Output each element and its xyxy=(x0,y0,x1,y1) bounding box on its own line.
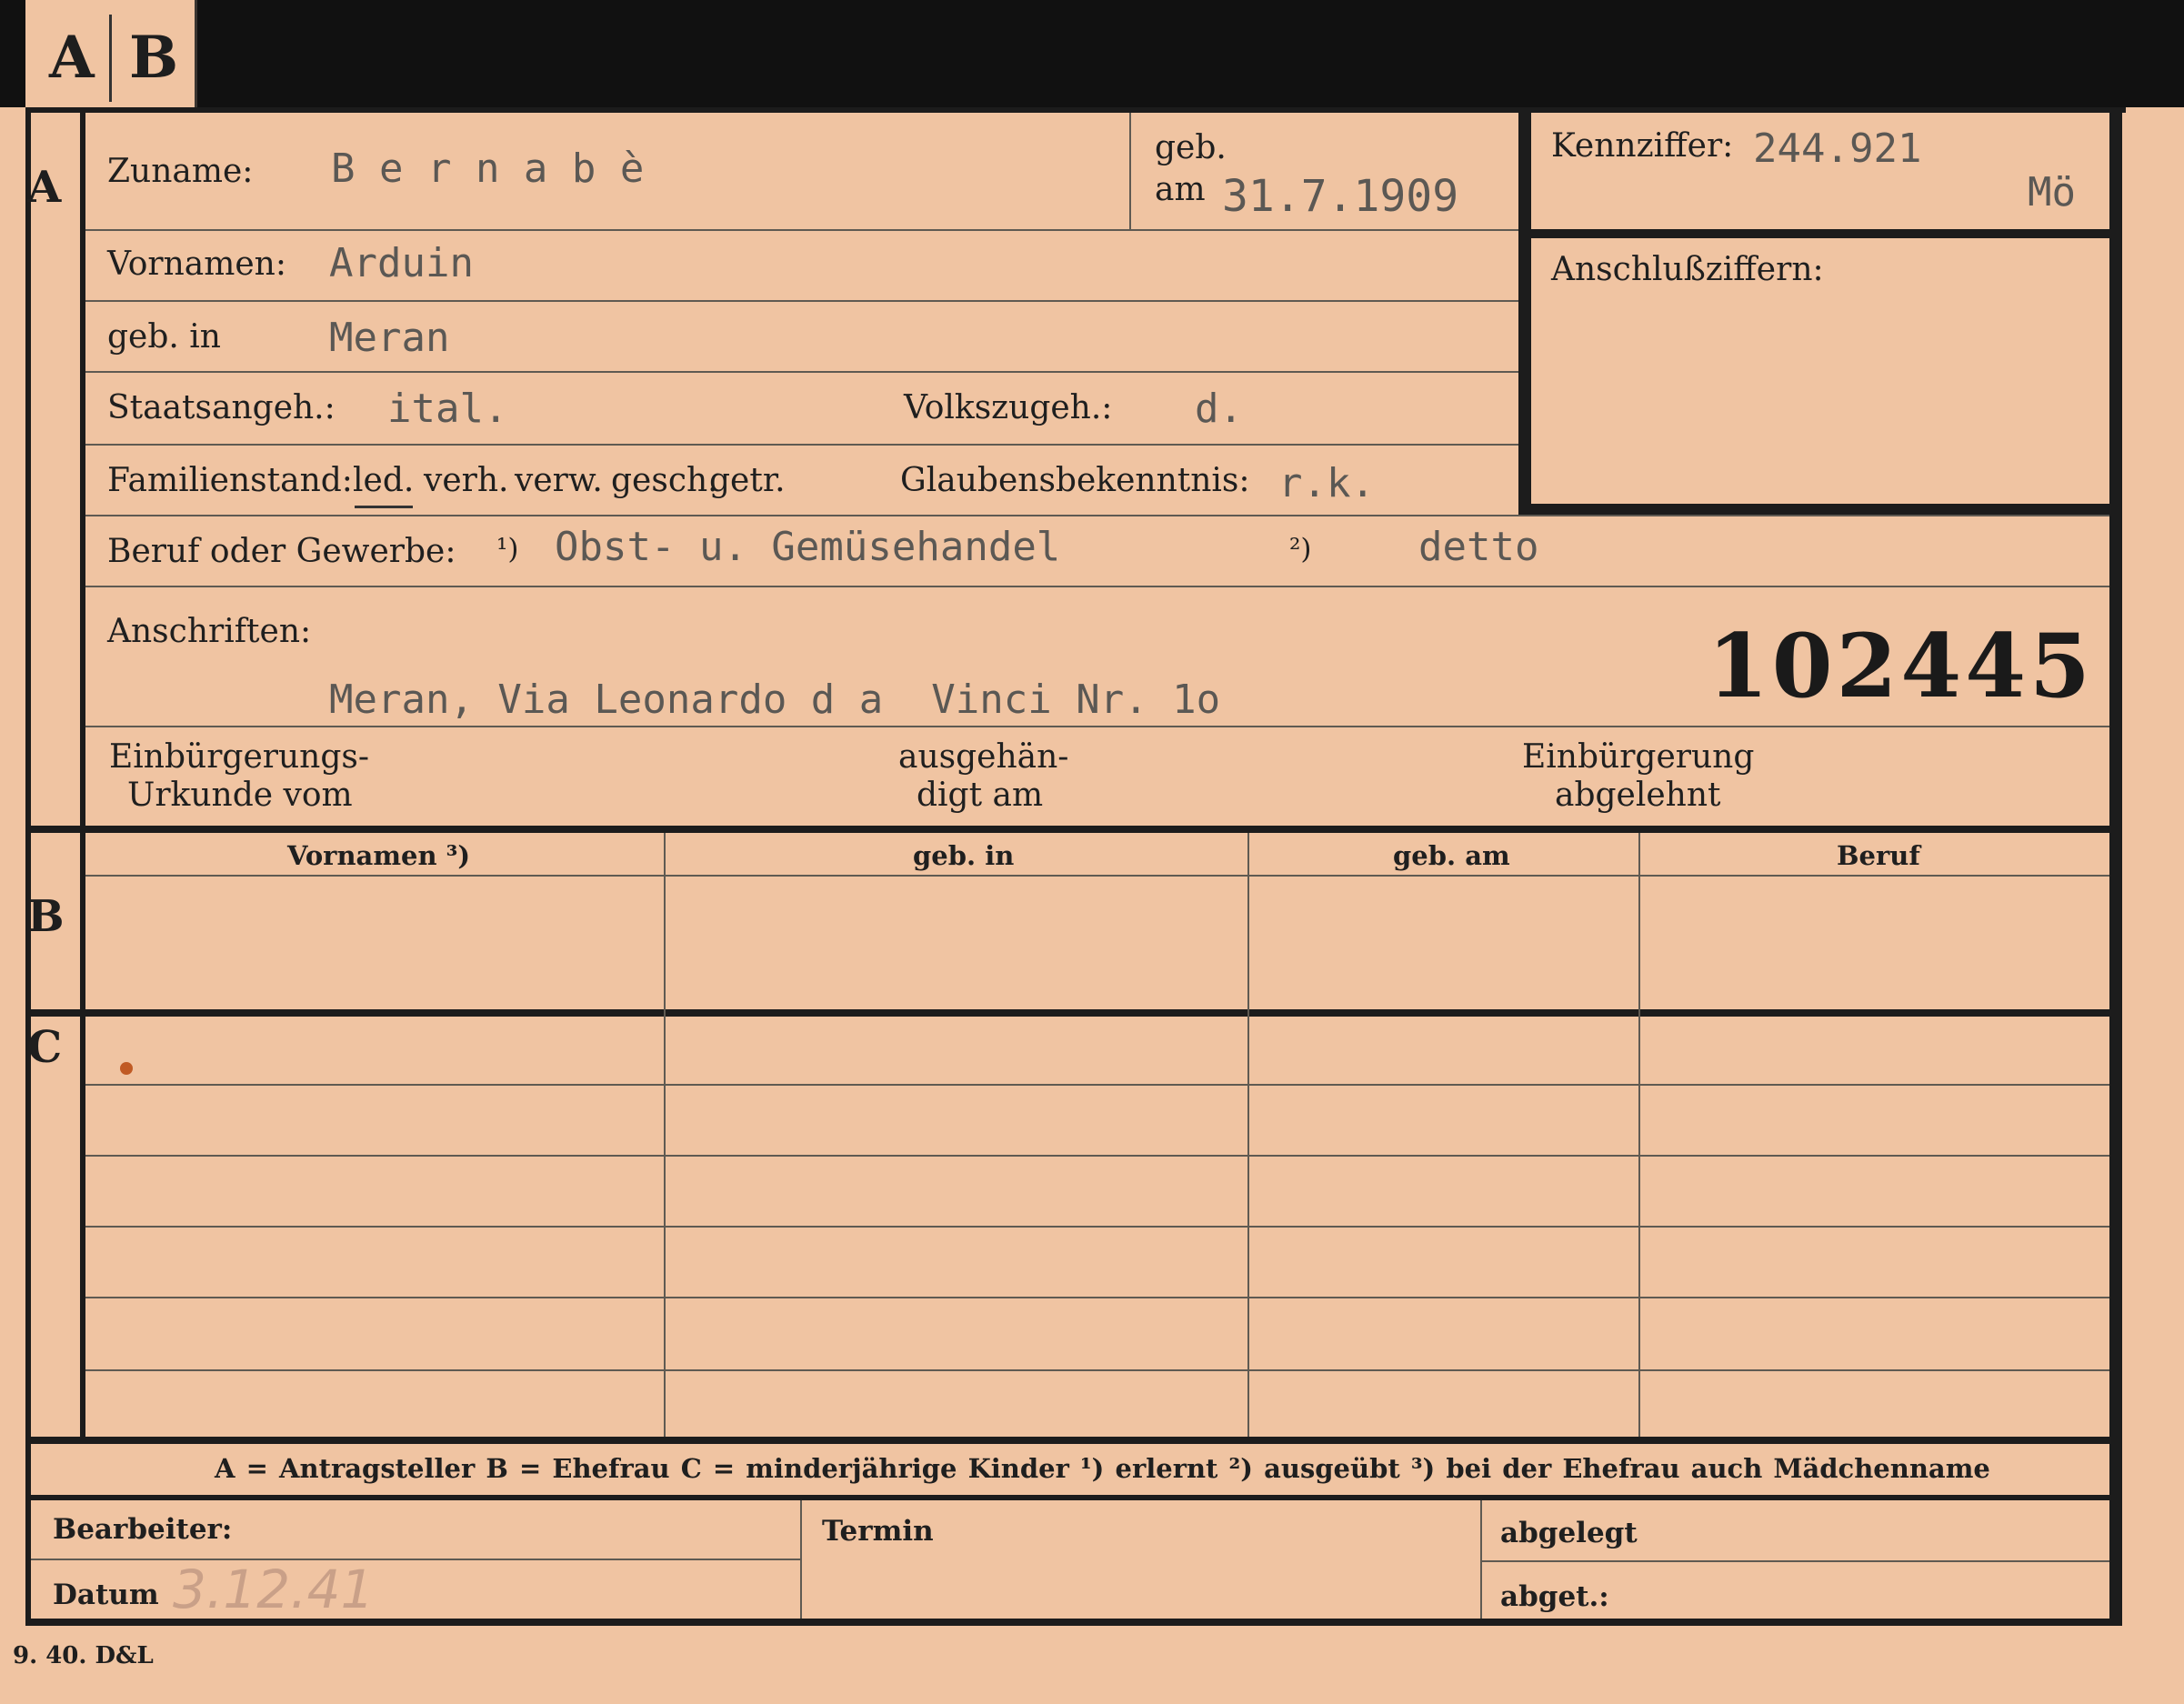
table-col-divider-3 xyxy=(1638,833,1640,1437)
glauben-value: r.k. xyxy=(1278,460,1375,506)
frame-left xyxy=(25,107,31,1622)
table-col-divider-1 xyxy=(664,833,666,1437)
table-header-gebam: geb. am xyxy=(1393,840,1510,871)
einb-abgel-label-1: Einbürgerung xyxy=(1522,738,1755,776)
einb-abgel-label-2: abgelehnt xyxy=(1555,777,1721,814)
section-label-a: A xyxy=(27,162,62,213)
legend-bottom-rule xyxy=(25,1495,2109,1500)
beruf-mark-1: ¹) xyxy=(496,533,519,566)
termin-label: Termin xyxy=(822,1515,934,1548)
legend-text: A = Antragsteller B = Ehefrau C = minder… xyxy=(215,1453,1990,1484)
table-header-rule xyxy=(85,875,2109,877)
staat-value: ital. xyxy=(387,386,508,432)
table-header-vornamen: Vornamen ³) xyxy=(287,840,471,871)
ink-spot xyxy=(120,1062,133,1075)
table-rule-c3 xyxy=(85,1226,2109,1228)
card-index-tab: A B xyxy=(25,0,197,111)
footer-rule-right xyxy=(1482,1560,2109,1562)
rule-row-3 xyxy=(85,371,1518,373)
frame-right xyxy=(2109,107,2122,1622)
legend-top-rule xyxy=(25,1437,2109,1444)
geb-label: geb. xyxy=(1155,129,1227,166)
ausgeh-label-2: digt am xyxy=(917,777,1044,814)
rule-row-7 xyxy=(85,726,2109,727)
geb-am-value: 31.7.1909 xyxy=(1222,171,1459,222)
am-label: am xyxy=(1155,171,1206,208)
stamp-number: 102445 xyxy=(1708,615,2094,717)
kennziffer-label: Kennziffer: xyxy=(1551,127,1734,165)
section-a-b-divider xyxy=(25,826,2109,833)
datum-label: Datum xyxy=(53,1579,159,1611)
vornamen-value: Arduin xyxy=(329,240,474,286)
anschluss-label: Anschlußziffern: xyxy=(1551,251,1824,288)
familien-option-getr: getr. xyxy=(709,462,786,499)
einb-urkunde-label-2: Urkunde vom xyxy=(127,777,353,814)
rule-row-1 xyxy=(85,229,1518,231)
ausgeh-label-1: ausgehän- xyxy=(898,738,1069,776)
kennziffer-mark: Mö xyxy=(2028,169,2076,216)
section-label-b: B xyxy=(27,891,65,942)
footer-divider-2 xyxy=(1480,1500,1482,1619)
familien-option-led: led. xyxy=(353,462,415,499)
volks-label: Volkszugeh.: xyxy=(904,389,1113,426)
beruf-label: Beruf oder Gewerbe: xyxy=(107,533,456,570)
glauben-label: Glaubensbekenntnis: xyxy=(900,462,1250,499)
print-code: 9. 40. D&L xyxy=(13,1642,154,1669)
familien-option-verw: verw. xyxy=(515,462,603,499)
table-header-beruf: Beruf xyxy=(1837,840,1920,871)
rule-row-2 xyxy=(85,300,1518,302)
footer-divider-1 xyxy=(800,1500,802,1619)
registration-card: A B A Zuname: B e r n a b è geb. am 31.7… xyxy=(0,0,2184,1704)
familien-option-gesch: gesch. xyxy=(611,462,718,499)
section-b-c-divider xyxy=(25,1009,2109,1017)
table-rule-c2 xyxy=(85,1155,2109,1157)
zuname-label: Zuname: xyxy=(107,153,254,190)
table-header-gebin: geb. in xyxy=(913,840,1015,871)
rule-row-4 xyxy=(85,444,1518,446)
volks-value: d. xyxy=(1195,386,1243,432)
table-col-divider-2 xyxy=(1247,833,1249,1437)
abgelegt-label: abgelegt xyxy=(1500,1517,1638,1549)
table-rule-c1 xyxy=(85,1084,2109,1086)
anschriften-label: Anschriften: xyxy=(107,613,312,650)
familien-option-verh: verh. xyxy=(424,462,509,499)
abget-label: abget.: xyxy=(1500,1580,1609,1613)
datum-pencil-value: 3.12.41 xyxy=(173,1559,375,1620)
familien-label: Familienstand: xyxy=(107,462,353,499)
gebin-value: Meran xyxy=(329,315,450,361)
table-rule-c4 xyxy=(85,1297,2109,1298)
geb-divider xyxy=(1129,113,1131,229)
einb-urkunde-label-1: Einbürgerungs- xyxy=(109,738,370,776)
table-rule-c5 xyxy=(85,1369,2109,1371)
staat-label: Staatsangeh.: xyxy=(107,389,336,426)
section-column-divider xyxy=(80,113,85,1437)
tab-letter-b: B xyxy=(129,24,179,92)
tab-divider xyxy=(109,15,112,102)
familien-selected-underline xyxy=(355,506,413,508)
kennziffer-box-left xyxy=(1518,113,1531,516)
tab-letter-a: A xyxy=(49,24,95,92)
beruf-value-2: detto xyxy=(1418,524,1539,570)
rule-row-5 xyxy=(85,515,2109,516)
beruf-value-1: Obst- u. Gemüsehandel xyxy=(555,524,1061,570)
gebin-label: geb. in xyxy=(107,318,221,356)
section-label-c: C xyxy=(27,1022,63,1073)
rule-row-6 xyxy=(85,586,2109,587)
zuname-value: B e r n a b è xyxy=(331,145,645,192)
vornamen-label: Vornamen: xyxy=(107,246,286,283)
footer-rule-left xyxy=(31,1559,800,1560)
kennziffer-value: 244.921 xyxy=(1753,125,1922,172)
beruf-mark-2: ²) xyxy=(1289,533,1312,566)
frame-top xyxy=(25,107,2126,113)
anschriften-value: Meran, Via Leonardo d a Vinci Nr. 1o xyxy=(329,677,1221,723)
scan-background xyxy=(0,0,2184,107)
bearbeiter-label: Bearbeiter: xyxy=(53,1513,233,1546)
kennziffer-box-divider xyxy=(1518,229,2109,238)
